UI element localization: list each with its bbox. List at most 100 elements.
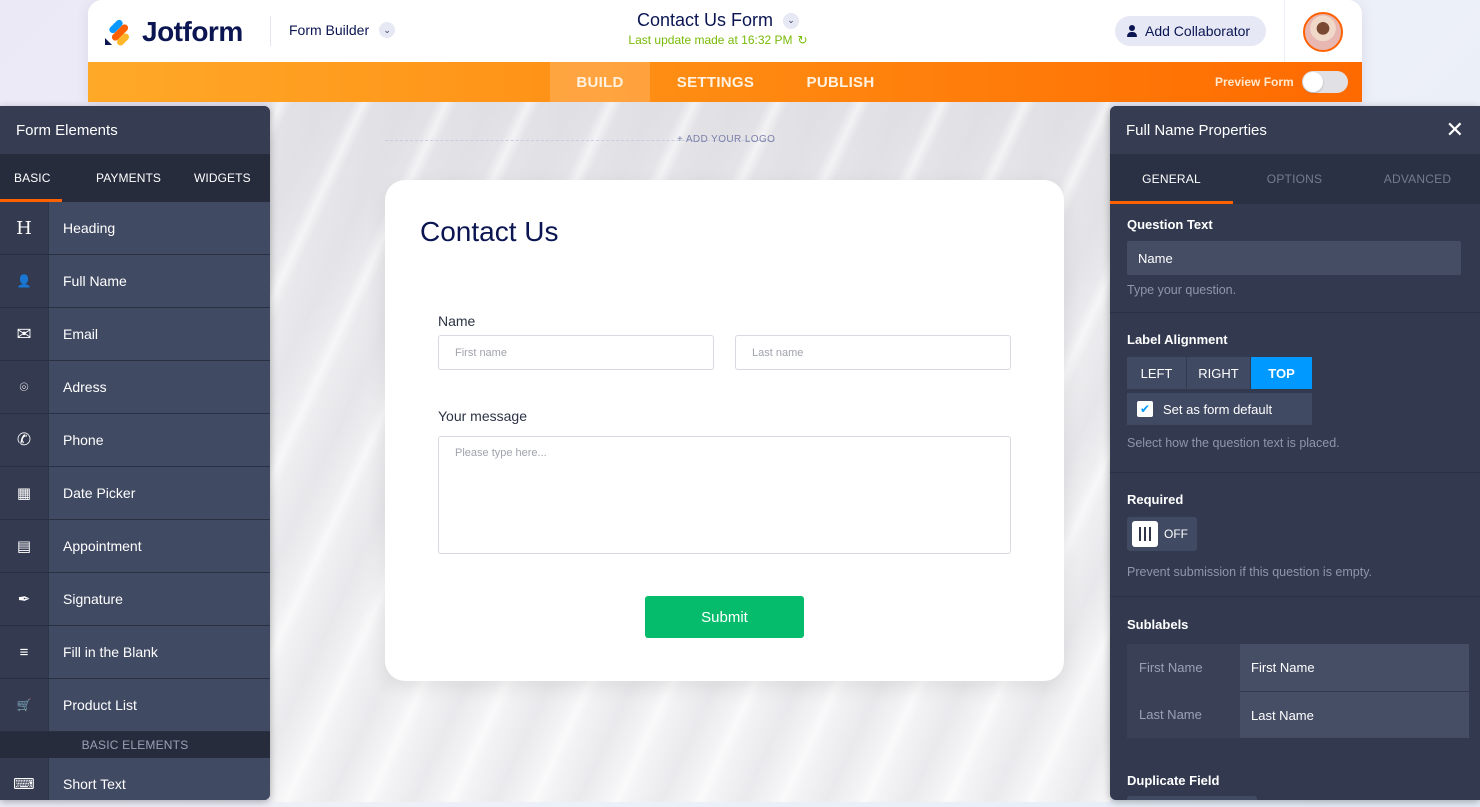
element-label: Fill in the Blank	[49, 626, 270, 678]
close-icon[interactable]: ✕	[1446, 119, 1464, 141]
preview-form-label: Preview Form	[1215, 75, 1294, 89]
element-heading[interactable]: H Heading	[0, 202, 270, 255]
last-update-status: Last update made at 16:32 PM ↻	[628, 33, 807, 47]
last-name-input[interactable]	[735, 335, 1011, 370]
element-label: Short Text	[49, 758, 270, 800]
duplicate-field-label: Duplicate Field	[1127, 773, 1220, 788]
add-logo-link[interactable]: + ADD YOUR LOGO	[677, 134, 775, 145]
tab-options[interactable]: OPTIONS	[1233, 154, 1356, 204]
sublabels-label: Sublabels	[1127, 617, 1189, 632]
align-right-button[interactable]: RIGHT	[1187, 357, 1250, 389]
element-label: Signature	[49, 573, 270, 625]
element-label: Full Name	[49, 255, 270, 307]
label-alignment-help: Select how the question text is placed.	[1127, 436, 1340, 450]
question-text-help: Type your question.	[1127, 283, 1237, 297]
properties-title: Full Name Properties	[1126, 121, 1267, 139]
user-icon	[1127, 25, 1137, 37]
sublabels-section: Sublabels First Name Last Name	[1127, 617, 1469, 738]
element-date-picker[interactable]: ▦ Date Picker	[0, 467, 270, 520]
section-divider	[1110, 596, 1480, 597]
align-top-button[interactable]: TOP	[1251, 357, 1312, 389]
builder-nav: BUILD SETTINGS PUBLISH Preview Form	[88, 62, 1362, 102]
short-text-icon: ⌨	[0, 758, 48, 800]
preview-form-toggle[interactable]	[1302, 71, 1348, 93]
tab-publish[interactable]: PUBLISH	[788, 62, 893, 102]
add-collaborator-label: Add Collaborator	[1145, 23, 1251, 39]
chevron-down-icon: ⌄	[379, 22, 396, 38]
element-full-name[interactable]: 👤 Full Name	[0, 255, 270, 308]
panel-title: Form Elements	[0, 106, 270, 154]
element-address[interactable]: ⌾ Adress	[0, 361, 270, 414]
sublabels-table: First Name Last Name	[1127, 644, 1469, 738]
required-toggle[interactable]: OFF	[1127, 517, 1197, 551]
tab-build[interactable]: BUILD	[550, 62, 650, 102]
duplicate-field-section: Duplicate Field	[1127, 773, 1463, 800]
last-update-text: Last update made at 16:32 PM	[628, 33, 793, 47]
cart-icon: 🛒	[0, 679, 48, 731]
form-builder-label: Form Builder	[289, 22, 370, 38]
element-appointment[interactable]: ▤ Appointment	[0, 520, 270, 573]
element-signature[interactable]: ✒ Signature	[0, 573, 270, 626]
add-collaborator-button[interactable]: Add Collaborator	[1115, 16, 1267, 46]
active-tab-indicator	[0, 199, 62, 202]
active-tab-indicator	[1110, 201, 1233, 204]
tab-general[interactable]: GENERAL	[1110, 154, 1233, 204]
sublabel-first-name-input[interactable]	[1240, 644, 1469, 691]
message-label[interactable]: Your message	[438, 408, 527, 424]
chevron-down-icon: ⌄	[783, 12, 800, 29]
form-heading[interactable]: Contact Us	[420, 216, 559, 248]
form-builder-dropdown[interactable]: Form Builder ⌄	[289, 22, 396, 38]
jotform-logo[interactable]: Jotform	[104, 16, 243, 48]
sublabel-last-name-input[interactable]	[1240, 691, 1469, 738]
brand-name: Jotform	[142, 16, 243, 47]
tab-payments[interactable]: PAYMENTS	[96, 154, 161, 202]
element-short-text[interactable]: ⌨ Short Text	[0, 758, 270, 800]
first-name-input[interactable]	[438, 335, 714, 370]
app-header: Jotform Form Builder ⌄ Contact Us Form ⌄…	[88, 0, 1362, 102]
question-text-label: Question Text	[1127, 217, 1213, 232]
label-alignment-label: Label Alignment	[1127, 332, 1228, 347]
required-label: Required	[1127, 492, 1184, 507]
tab-widgets[interactable]: WIDGETS	[194, 154, 251, 202]
required-section: Required OFF Prevent submission if this …	[1127, 492, 1463, 579]
element-phone[interactable]: ✆ Phone	[0, 414, 270, 467]
form-canvas: + ADD YOUR LOGO Contact Us Name Your mes…	[270, 102, 1110, 802]
heading-icon: H	[0, 202, 48, 254]
checkbox-checked-icon[interactable]: ✔	[1137, 401, 1153, 417]
element-product-list[interactable]: 🛒 Product List	[0, 679, 270, 732]
element-fill-in-the-blank[interactable]: ≡ Fill in the Blank	[0, 626, 270, 679]
tab-advanced[interactable]: ADVANCED	[1356, 154, 1479, 204]
element-label: Email	[49, 308, 270, 360]
required-help: Prevent submission if this question is e…	[1127, 565, 1373, 579]
submit-button[interactable]: Submit	[645, 596, 804, 638]
tab-settings[interactable]: SETTINGS	[658, 62, 773, 102]
tab-basic[interactable]: BASIC	[14, 154, 51, 202]
name-label[interactable]: Name	[438, 313, 475, 329]
message-textarea[interactable]	[438, 436, 1011, 554]
form-default-label: Set as form default	[1163, 401, 1273, 417]
element-label: Appointment	[49, 520, 270, 572]
form-default-checkbox-row[interactable]: ✔ Set as form default	[1127, 393, 1312, 425]
refresh-icon: ↻	[797, 33, 808, 47]
header-divider	[270, 16, 271, 46]
label-alignment-options: LEFT RIGHT TOP	[1127, 357, 1463, 389]
element-email[interactable]: ✉ Email	[0, 308, 270, 361]
question-text-input[interactable]	[1127, 241, 1461, 275]
duplicate-field-button[interactable]	[1127, 796, 1257, 800]
required-state: OFF	[1164, 527, 1188, 541]
jotform-logo-icon	[104, 17, 132, 47]
align-left-button[interactable]: LEFT	[1127, 357, 1186, 389]
element-tabs: BASIC PAYMENTS WIDGETS	[0, 154, 270, 202]
section-divider	[1110, 472, 1480, 473]
element-label: Date Picker	[49, 467, 270, 519]
form-card: Contact Us Name Your message Submit	[385, 180, 1064, 681]
sublabel-key: First Name	[1127, 644, 1240, 691]
form-title-dropdown[interactable]: Contact Us Form ⌄	[637, 10, 800, 31]
sublabel-key: Last Name	[1127, 691, 1240, 738]
question-text-section: Question Text Type your question.	[1127, 217, 1463, 297]
user-avatar[interactable]	[1303, 12, 1343, 52]
element-label: Adress	[49, 361, 270, 413]
sublabel-row: Last Name	[1127, 691, 1469, 738]
properties-tabs: GENERAL OPTIONS ADVANCED	[1110, 154, 1480, 204]
avatar-divider	[1284, 0, 1285, 62]
